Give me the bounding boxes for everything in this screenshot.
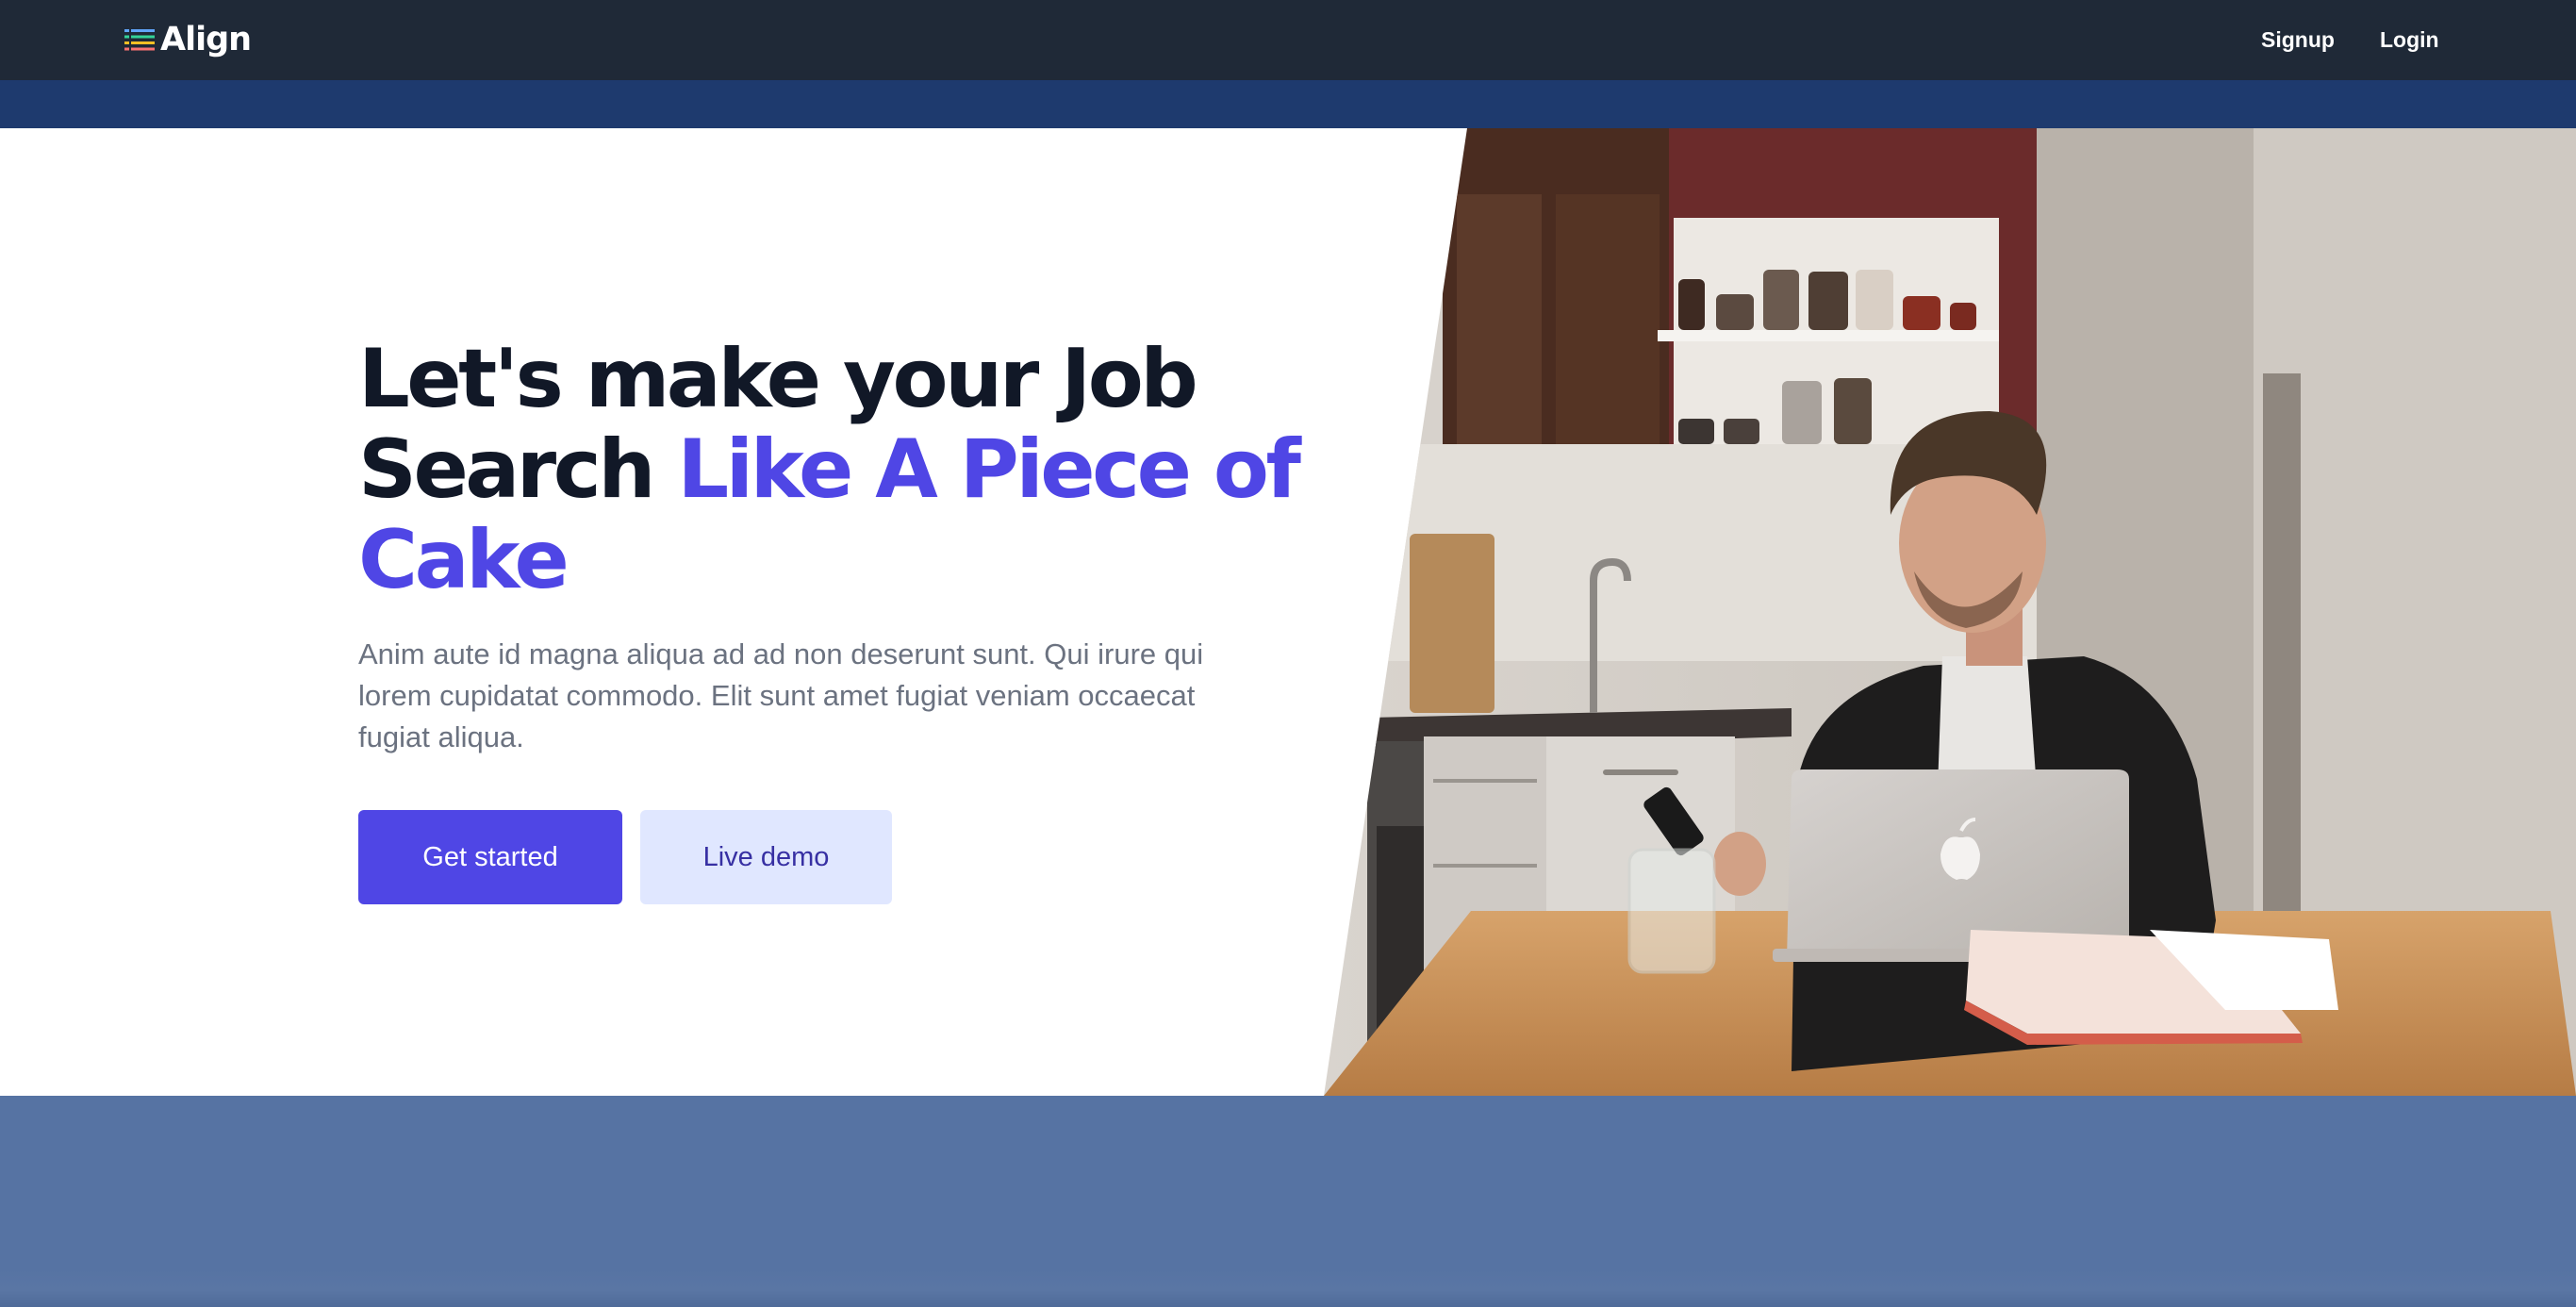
login-link[interactable]: Login	[2380, 24, 2439, 56]
brand-name: Align	[160, 21, 252, 58]
live-demo-button[interactable]: Live demo	[640, 810, 892, 904]
hero-section: Let's make your Job Search Like A Piece …	[0, 128, 2576, 1096]
get-started-button[interactable]: Get started	[358, 810, 622, 904]
hero-subtext: Anim aute id magna aliqua ad ad non dese…	[358, 637, 1204, 753]
list-icon	[124, 29, 155, 51]
signup-link[interactable]: Signup	[2261, 24, 2335, 56]
next-section-band	[0, 1096, 2576, 1307]
top-navbar: Align Signup Login	[0, 0, 2576, 80]
brand-logo-link[interactable]: Align	[124, 19, 252, 60]
hero-headline: Let's make your Job Search Like A Piece …	[358, 334, 1301, 605]
header-strip	[0, 80, 2576, 128]
hero-image	[1324, 128, 2576, 1096]
